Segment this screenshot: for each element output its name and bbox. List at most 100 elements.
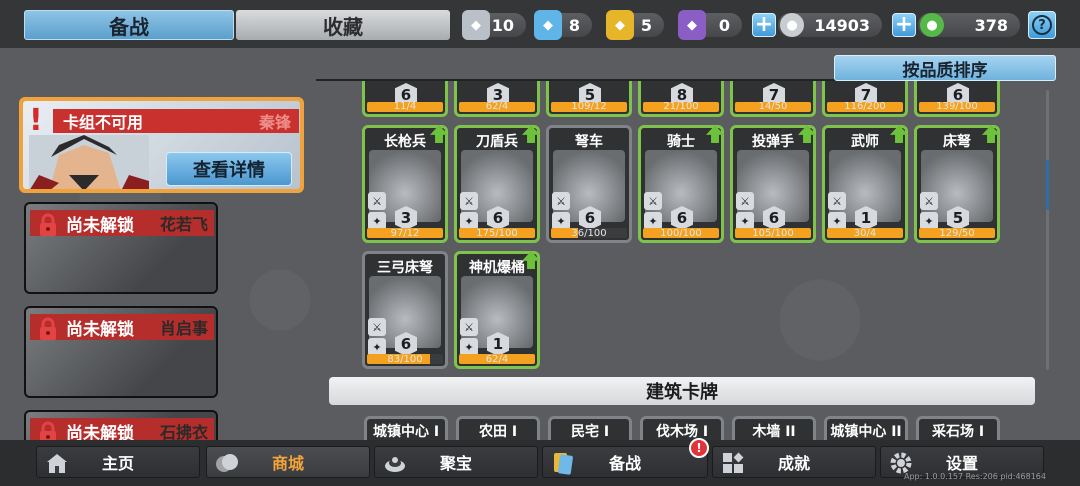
green-gem-icon: ● — [920, 13, 944, 37]
nav-home-label: 主页 — [101, 454, 134, 473]
nav-achievement[interactable]: 成就 — [712, 446, 876, 478]
hero-portrait — [29, 135, 149, 189]
nav-treasure[interactable]: 聚宝 — [374, 446, 538, 478]
lock-icon — [40, 213, 56, 236]
unit-card[interactable]: 床弩 ⚔ ✦ 5 129/50 — [914, 125, 1000, 243]
scrollbar[interactable] — [1046, 90, 1049, 370]
home-icon — [47, 454, 67, 473]
unit-type-icon: ⚔ — [460, 192, 478, 210]
hero-name: 肖启事 — [159, 319, 208, 338]
tab-deck[interactable]: 备战 — [24, 10, 234, 40]
nav-achievement-label: 成就 — [777, 454, 810, 473]
card-count-text: 11/4 — [393, 101, 417, 112]
tab-collection[interactable]: 收藏 — [236, 10, 450, 40]
unit-card-partial[interactable]: 6 11/4 — [362, 81, 448, 117]
card-count-text: 30/4 — [853, 228, 877, 239]
unit-type-icon: ⚔ — [828, 192, 846, 210]
treasure-icon — [385, 457, 405, 472]
sort-by-quality-button[interactable]: 按品质排序 — [834, 55, 1056, 81]
unit-card-partial[interactable]: 6 139/100 — [914, 81, 1000, 117]
nav-shop-label: 商城 — [271, 454, 304, 473]
resource-silver-shield: ◆ 10 — [462, 10, 526, 40]
unit-card[interactable]: 弩车 ⚔ ✦ 6 36/100 — [546, 125, 632, 243]
gems-value: 378 — [974, 15, 1008, 35]
card-count-text: 129/50 — [939, 228, 975, 239]
building-card[interactable]: 城镇中心 I — [364, 416, 448, 442]
building-card[interactable]: 木墙 II — [732, 416, 816, 442]
achievement-icon — [723, 452, 744, 473]
building-card[interactable]: 城镇中心 II — [824, 416, 908, 442]
card-count-text: 175/100 — [476, 228, 518, 239]
unit-card[interactable]: 刀盾兵 ⚔ ✦ 6 175/100 — [454, 125, 540, 243]
card-count-text: 62/4 — [485, 101, 509, 112]
unit-card-partial[interactable]: 7 116/200 — [822, 81, 908, 117]
scrollbar-thumb[interactable] — [1046, 160, 1049, 210]
building-card[interactable]: 伐木场 I — [640, 416, 724, 442]
building-card[interactable]: 农田 I — [456, 416, 540, 442]
card-count-text: 139/100 — [936, 101, 978, 112]
view-details-button[interactable]: 查看详情 — [166, 152, 292, 186]
locked-banner: 尚未解锁 石拂衣 — [30, 418, 214, 440]
unit-card[interactable]: 神机爆桶 ⚔ ✦ 1 62/4 — [454, 251, 540, 369]
locked-label: 尚未解锁 — [66, 215, 134, 236]
card-count-text: 109/12 — [571, 101, 607, 112]
hero-name: 石拂衣 — [159, 423, 208, 440]
unit-card-partial[interactable]: 3 62/4 — [454, 81, 540, 117]
unit-card[interactable]: 三弓床弩 ⚔ ✦ 6 83/100 — [362, 251, 448, 369]
resource-coins: ● 14903 — [778, 13, 882, 37]
unit-type-icon: ⚔ — [368, 192, 386, 210]
resource-purple-value: 0 — [718, 15, 730, 35]
hero-card-locked[interactable]: 尚未解锁 石拂衣 — [24, 410, 218, 440]
hero-card-locked[interactable]: 尚未解锁 花若飞 — [24, 202, 218, 294]
card-count-text: 14/50 — [758, 101, 788, 112]
shop-coins-icon — [216, 454, 238, 472]
silver-coin-icon: ● — [780, 13, 804, 37]
locked-label: 尚未解锁 — [66, 319, 134, 340]
unit-card[interactable]: 投弹手 ⚔ ✦ 6 105/100 — [730, 125, 816, 243]
lock-icon — [40, 421, 56, 440]
unit-type-icon: ⚔ — [920, 192, 938, 210]
deck-unavailable-label: 卡组不可用 — [63, 113, 144, 132]
unit-card-partial[interactable]: 7 14/50 — [730, 81, 816, 117]
blue-crystal-icon: ◆ — [534, 10, 562, 40]
hero-card-locked[interactable]: 尚未解锁 肖启事 — [24, 306, 218, 398]
unit-name: 弩车 — [575, 134, 603, 150]
unit-name: 三弓床弩 — [377, 260, 433, 276]
unit-card[interactable]: 武师 ⚔ ✦ 1 30/4 — [822, 125, 908, 243]
resource-purple-shield: ◆ 0 — [678, 10, 742, 40]
help-icon: ? — [1032, 15, 1052, 35]
nav-shop[interactable]: 商城 — [206, 446, 370, 478]
card-count-text: 97/12 — [390, 228, 420, 239]
add-gems-button[interactable]: + — [892, 13, 916, 37]
resource-silver-value: 10 — [491, 15, 514, 35]
notification-badge: ! — [689, 438, 709, 458]
hero-card-active[interactable]: 卡组不可用 秦锋 ! 查看详情 — [19, 97, 304, 193]
purple-shield-icon: ◆ — [678, 10, 706, 40]
locked-banner: 尚未解锁 肖启事 — [30, 314, 214, 340]
nav-deck[interactable]: 备战 — [542, 446, 708, 478]
version-text: App: 1.0.0.157 Res:206 pid:468164 — [904, 472, 1046, 481]
unit-card-partial[interactable]: 5 109/12 — [546, 81, 632, 117]
locked-banner: 尚未解锁 花若飞 — [30, 210, 214, 236]
card-count-text: 36/100 — [571, 228, 607, 239]
unit-card[interactable]: 骑士 ⚔ ✦ 6 100/100 — [638, 125, 724, 243]
nav-home[interactable]: 主页 — [36, 446, 200, 478]
card-deck-icon — [554, 453, 573, 475]
unit-type-icon: ⚔ — [552, 192, 570, 210]
unit-card[interactable]: 长枪兵 ⚔ ✦ 3 97/12 — [362, 125, 448, 243]
card-count-text: 83/100 — [387, 354, 423, 365]
resource-gold-value: 5 — [640, 15, 652, 35]
building-cards-header: 建筑卡牌 — [329, 377, 1035, 405]
building-card[interactable]: 采石场 I — [916, 416, 1000, 442]
resource-blue-value: 8 — [568, 15, 580, 35]
resource-blue-crystal: ◆ 8 — [534, 10, 592, 40]
unit-type-icon: ⚔ — [368, 318, 386, 336]
unit-card-partial[interactable]: 8 21/100 — [638, 81, 724, 117]
building-card[interactable]: 民宅 I — [548, 416, 632, 442]
add-coins-button[interactable]: + — [752, 13, 776, 37]
help-button[interactable]: ? — [1028, 11, 1056, 39]
lock-icon — [40, 317, 56, 340]
resource-gold-shield: ◆ 5 — [606, 10, 664, 40]
nav-settings-label: 设置 — [945, 454, 978, 473]
resource-gems: ● 378 — [918, 13, 1020, 37]
